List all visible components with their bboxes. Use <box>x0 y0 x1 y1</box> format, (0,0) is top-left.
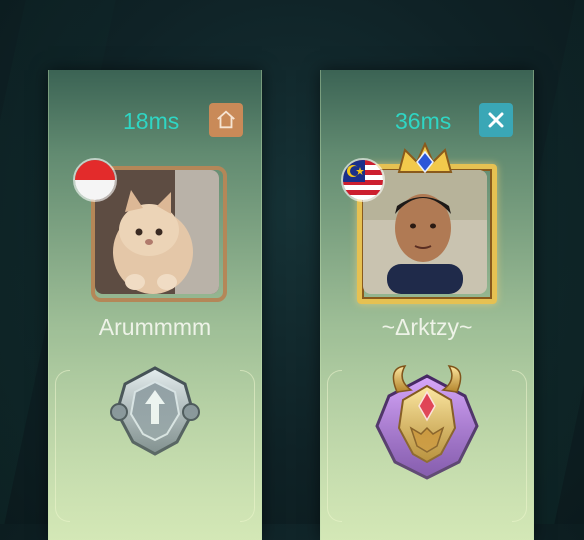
player-card-1: 18ms Arummmm <box>48 70 262 540</box>
card-decor-line-left <box>55 370 70 522</box>
avatar-frame[interactable] <box>341 142 497 304</box>
crown-icon <box>397 142 453 174</box>
silver-rank-emblem <box>107 362 203 463</box>
ping-text: 18ms <box>123 108 180 134</box>
avatar-frame[interactable] <box>73 158 227 302</box>
close-button[interactable] <box>479 103 513 137</box>
close-icon <box>488 112 504 128</box>
player-name: ~Δrktzy~ <box>381 314 473 340</box>
player-name: Arummmm <box>98 314 212 340</box>
card-decor-line-right <box>512 370 527 522</box>
home-icon <box>217 110 235 129</box>
home-button[interactable] <box>209 103 243 137</box>
player-card-2: 36ms ~Δrktzy~ <box>320 70 534 540</box>
ping-text: 36ms <box>395 108 452 134</box>
indonesia-flag-icon <box>73 158 117 202</box>
card-decor-line-right <box>240 370 255 522</box>
malaysia-flag-icon <box>341 158 385 202</box>
mythic-rank-emblem <box>367 362 487 487</box>
card-decor-line-left <box>327 370 342 522</box>
